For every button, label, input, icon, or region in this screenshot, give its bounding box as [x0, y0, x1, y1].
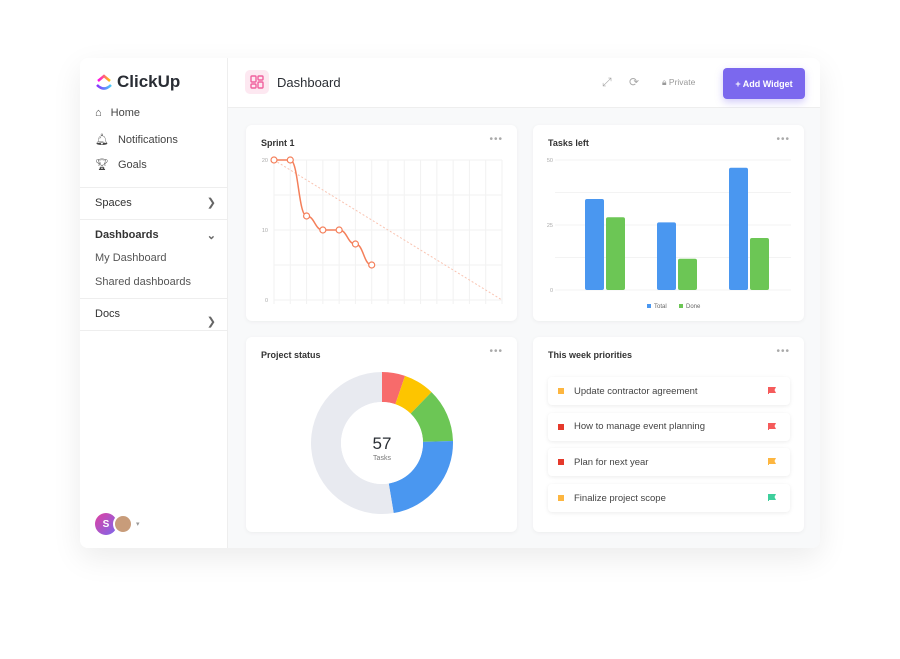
bell-icon: 🔔︎ [95, 134, 109, 146]
project-status-widget: Project status ••• 57 Tasks [246, 337, 517, 532]
priority-item[interactable]: Plan for next year [548, 448, 790, 477]
app-window: ClickUp ⌂ Home 🔔︎ Notifications 🏆︎ Goals Sp… [80, 58, 820, 548]
priority-item[interactable]: How to manage event planning [548, 412, 790, 441]
caret-down-icon: ▾ [136, 521, 140, 528]
brand-name: ClickUp [117, 72, 181, 91]
status-square [558, 388, 564, 394]
data-point [270, 156, 278, 164]
y-tick-label: 0 [265, 298, 268, 304]
sidebar-docs[interactable]: Docs ❯ [80, 298, 228, 331]
bar-total [657, 222, 676, 290]
donut-chart: 57 Tasks [310, 372, 453, 514]
data-point [335, 226, 343, 234]
y-tick-label: 25 [547, 223, 553, 229]
data-point [319, 226, 327, 234]
sidebar-spaces[interactable]: Spaces ❯ [80, 187, 228, 219]
priority-label: Update contractor agreement [574, 385, 698, 397]
legend-label: Done [686, 304, 701, 310]
private-label: Private [668, 77, 696, 87]
priority-item[interactable]: Update contractor agreement [548, 377, 790, 405]
y-tick-label: 20 [262, 158, 268, 164]
trophy-icon: 🏆︎ [95, 159, 109, 171]
priorities-widget: This week priorities ••• Update contract… [533, 337, 804, 532]
legend-swatch [679, 304, 683, 308]
chevron-right-icon: ❯ [206, 316, 216, 328]
bar-done [606, 217, 625, 290]
sidebar-item-home[interactable]: ⌂ Home [95, 107, 140, 119]
bar-done [750, 238, 769, 290]
legend-label: Total [654, 304, 667, 310]
bar-chart: 50 25 0 Total Done [547, 158, 791, 310]
task-count-label: Tasks [373, 455, 391, 462]
spaces-label: Spaces [95, 197, 132, 209]
logo[interactable]: ClickUp [95, 72, 180, 92]
avatar-photo [113, 514, 133, 534]
dashboard-main: Sprint 1 ••• 20 10 0 Tasks left ••• 50 25 0 T… [228, 108, 820, 548]
docs-label: Docs [95, 308, 121, 320]
chevron-right-icon: ❯ [206, 197, 216, 209]
data-point [351, 240, 360, 248]
priority-label: Plan for next year [574, 456, 649, 468]
bar-total [585, 199, 604, 290]
expand-icon[interactable]: ⤢ [602, 75, 612, 90]
task-count: 57 [373, 434, 392, 453]
home-icon: ⌂ [95, 107, 102, 119]
flag-icon[interactable] [768, 387, 776, 394]
privacy-toggle[interactable]: 🔒︎ Private [662, 77, 695, 88]
sidebar: ClickUp ⌂ Home 🔔︎ Notifications 🏆︎ Goals Sp… [80, 58, 228, 548]
chevron-down-icon: ⌄ [206, 230, 216, 242]
flag-icon[interactable] [768, 422, 776, 430]
priority-label: How to manage event planning [574, 421, 705, 433]
burndown-chart: 20 10 0 [262, 156, 503, 304]
y-tick-label: 0 [550, 288, 553, 294]
data-point [302, 212, 311, 220]
bar-total [729, 167, 748, 290]
user-avatars[interactable]: S ▾ [95, 513, 140, 535]
nav-label: Home [110, 107, 140, 119]
lock-icon: 🔒︎ [662, 77, 667, 87]
widget-title: This week priorities [548, 350, 633, 360]
y-tick-label: 50 [547, 158, 553, 164]
flag-icon[interactable] [768, 458, 776, 466]
add-widget-button[interactable]: + Add Widget [723, 68, 805, 99]
sprint-widget: Sprint 1 ••• 20 10 0 [246, 125, 517, 321]
data-point [286, 156, 294, 164]
legend-swatch [647, 304, 651, 308]
status-square [558, 495, 564, 502]
dashboards-label: Dashboards [95, 229, 159, 241]
y-tick-label: 10 [262, 228, 268, 234]
status-square [558, 459, 564, 466]
refresh-icon[interactable]: ⟳ [629, 75, 639, 89]
clickup-logo-icon [96, 74, 112, 90]
header: Dashboard ⤢ ⟳ 🔒︎ Private + Add Widget [228, 58, 820, 108]
priority-item[interactable]: Finalize project scope [548, 484, 790, 513]
more-options-icon[interactable]: ••• [776, 346, 790, 357]
sidebar-item-my-dashboard[interactable]: My Dashboard [95, 252, 167, 264]
nav-label: Goals [117, 158, 147, 171]
dashboard-icon [245, 70, 269, 94]
status-square [558, 423, 564, 430]
priority-label: Finalize project scope [574, 492, 666, 504]
nav-label: Notifications [117, 133, 178, 146]
sidebar-item-goals[interactable]: 🏆︎ Goals [95, 158, 147, 172]
page-title: Dashboard [277, 75, 341, 90]
flag-icon[interactable] [768, 494, 776, 502]
tasks-left-widget: Tasks left ••• 50 25 0 Total Done [533, 125, 804, 321]
sidebar-item-shared-dashboards[interactable]: Shared dashboards [95, 276, 191, 288]
bar-done [678, 258, 697, 290]
data-point [368, 261, 376, 269]
sidebar-item-notifications[interactable]: 🔔︎ Notifications [95, 133, 178, 147]
